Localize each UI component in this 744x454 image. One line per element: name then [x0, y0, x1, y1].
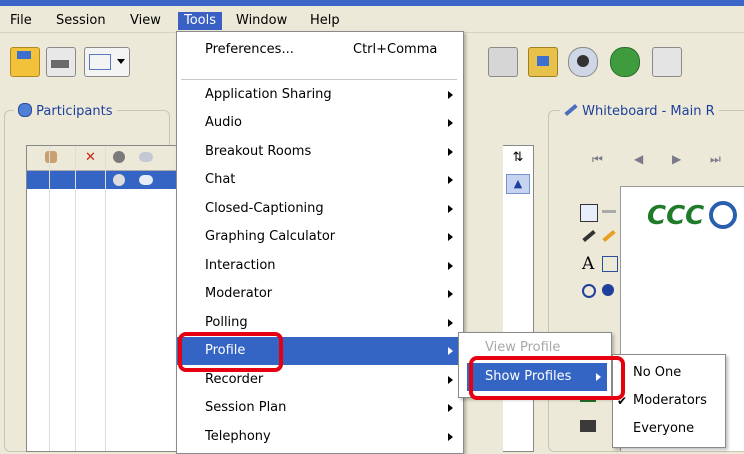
submenu-arrow-icon	[448, 148, 453, 156]
menu-help[interactable]: Help	[306, 12, 344, 30]
menu-item-closed-captioning[interactable]: Closed-Captioning	[177, 195, 463, 223]
timer-icon[interactable]	[652, 47, 682, 77]
menu-item-breakout-rooms[interactable]: Breakout Rooms	[177, 138, 463, 166]
highlighter-icon[interactable]	[602, 229, 616, 243]
show-profiles-highlight-annotation	[469, 356, 625, 400]
raise-hand-icon[interactable]	[45, 151, 57, 163]
whiteboard-nav: ⏮ ◀ ▶ ⏭	[584, 152, 744, 172]
submenu-arrow-icon	[448, 233, 453, 241]
settings-page-icon[interactable]	[488, 47, 518, 77]
chat-bubble-icon[interactable]	[139, 152, 153, 162]
microphone-icon	[113, 174, 125, 186]
menu-separator	[181, 79, 457, 80]
scroll-up-button[interactable]: ▲	[506, 174, 530, 194]
menu-item-graphing-calculator[interactable]: Graphing Calculator	[177, 223, 463, 251]
text-box-icon[interactable]	[602, 256, 618, 272]
last-page-icon[interactable]: ⏭	[710, 152, 721, 167]
whiteboard-title: Whiteboard - Main R	[582, 104, 715, 119]
profile-highlight-annotation	[178, 332, 283, 372]
submenu-arrow-icon	[448, 376, 453, 384]
tools-menu: Preferences... Ctrl+Comma Application Sh…	[176, 31, 464, 454]
menu-item-chat[interactable]: Chat	[177, 166, 463, 194]
participants-icon	[18, 103, 32, 117]
save-icon[interactable]	[10, 47, 40, 77]
option-no-one[interactable]: No One	[613, 359, 725, 387]
menu-file[interactable]: File	[6, 12, 36, 30]
submenu-arrow-icon	[448, 205, 453, 213]
sort-icon[interactable]: ⇅	[506, 148, 530, 168]
menu-session[interactable]: Session	[52, 12, 110, 30]
menu-window[interactable]: Window	[232, 12, 291, 30]
text-tool-icon[interactable]: A	[582, 254, 594, 274]
submenu-arrow-icon	[448, 119, 453, 127]
menu-item-interaction[interactable]: Interaction	[177, 252, 463, 280]
line-tool-icon[interactable]	[602, 210, 616, 213]
menu-item-application-sharing[interactable]: Application Sharing	[177, 81, 463, 109]
menu-item-moderator[interactable]: Moderator	[177, 280, 463, 308]
print-icon[interactable]	[46, 47, 76, 77]
menu-view[interactable]: View	[126, 12, 165, 30]
first-page-icon[interactable]: ⏮	[592, 152, 603, 167]
participants-list[interactable]: ✕	[26, 145, 178, 452]
select-arrow-icon[interactable]	[580, 204, 598, 222]
filled-ellipse-icon[interactable]	[602, 284, 614, 296]
submenu-arrow-icon	[448, 433, 453, 441]
pen-icon	[564, 103, 578, 117]
submenu-arrow-icon	[448, 404, 453, 412]
layout-dropdown-icon[interactable]	[84, 47, 130, 77]
participants-header: Participants	[14, 103, 117, 121]
menu-item-audio[interactable]: Audio	[177, 109, 463, 137]
preferences-shortcut: Ctrl+Comma	[353, 42, 438, 57]
menu-tools[interactable]: Tools	[178, 12, 223, 30]
whiteboard-header: Whiteboard - Main R	[560, 103, 719, 121]
participants-scroll-area: ⇅ ▲	[503, 145, 534, 452]
pen-tool-icon[interactable]	[582, 229, 596, 243]
logo-circle-icon	[709, 201, 737, 229]
submenu-arrow-icon	[448, 176, 453, 184]
participants-title: Participants	[36, 104, 113, 119]
menu-item-telephony[interactable]: Telephony	[177, 423, 463, 451]
screen-capture-icon[interactable]	[580, 420, 596, 432]
menu-item-preferences[interactable]: Preferences... Ctrl+Comma	[177, 36, 463, 64]
submenu-arrow-icon	[448, 262, 453, 270]
submenu-arrow-icon	[448, 319, 453, 327]
web-globe-icon[interactable]	[610, 47, 640, 77]
menu-item-session-plan[interactable]: Session Plan	[177, 394, 463, 422]
submenu-arrow-icon	[448, 91, 453, 99]
option-moderators[interactable]: ✔ Moderators	[613, 387, 725, 415]
microphone-icon[interactable]	[113, 151, 125, 163]
webcam-icon[interactable]	[568, 47, 598, 77]
menu-bar: File Session View Tools Window Help	[0, 6, 744, 33]
show-profiles-submenu: No One ✔ Moderators Everyone	[612, 354, 726, 448]
next-page-icon[interactable]: ▶	[672, 152, 681, 166]
chat-bubble-icon	[139, 175, 153, 185]
submenu-arrow-icon	[448, 347, 453, 355]
no-mic-icon[interactable]: ✕	[85, 150, 96, 165]
ccc-logo: CCC	[647, 201, 705, 231]
submenu-arrow-icon	[448, 290, 453, 298]
option-everyone[interactable]: Everyone	[613, 415, 725, 443]
import-icon[interactable]	[528, 47, 558, 77]
ellipse-tool-icon[interactable]	[582, 284, 596, 298]
prev-page-icon[interactable]: ◀	[634, 152, 643, 166]
